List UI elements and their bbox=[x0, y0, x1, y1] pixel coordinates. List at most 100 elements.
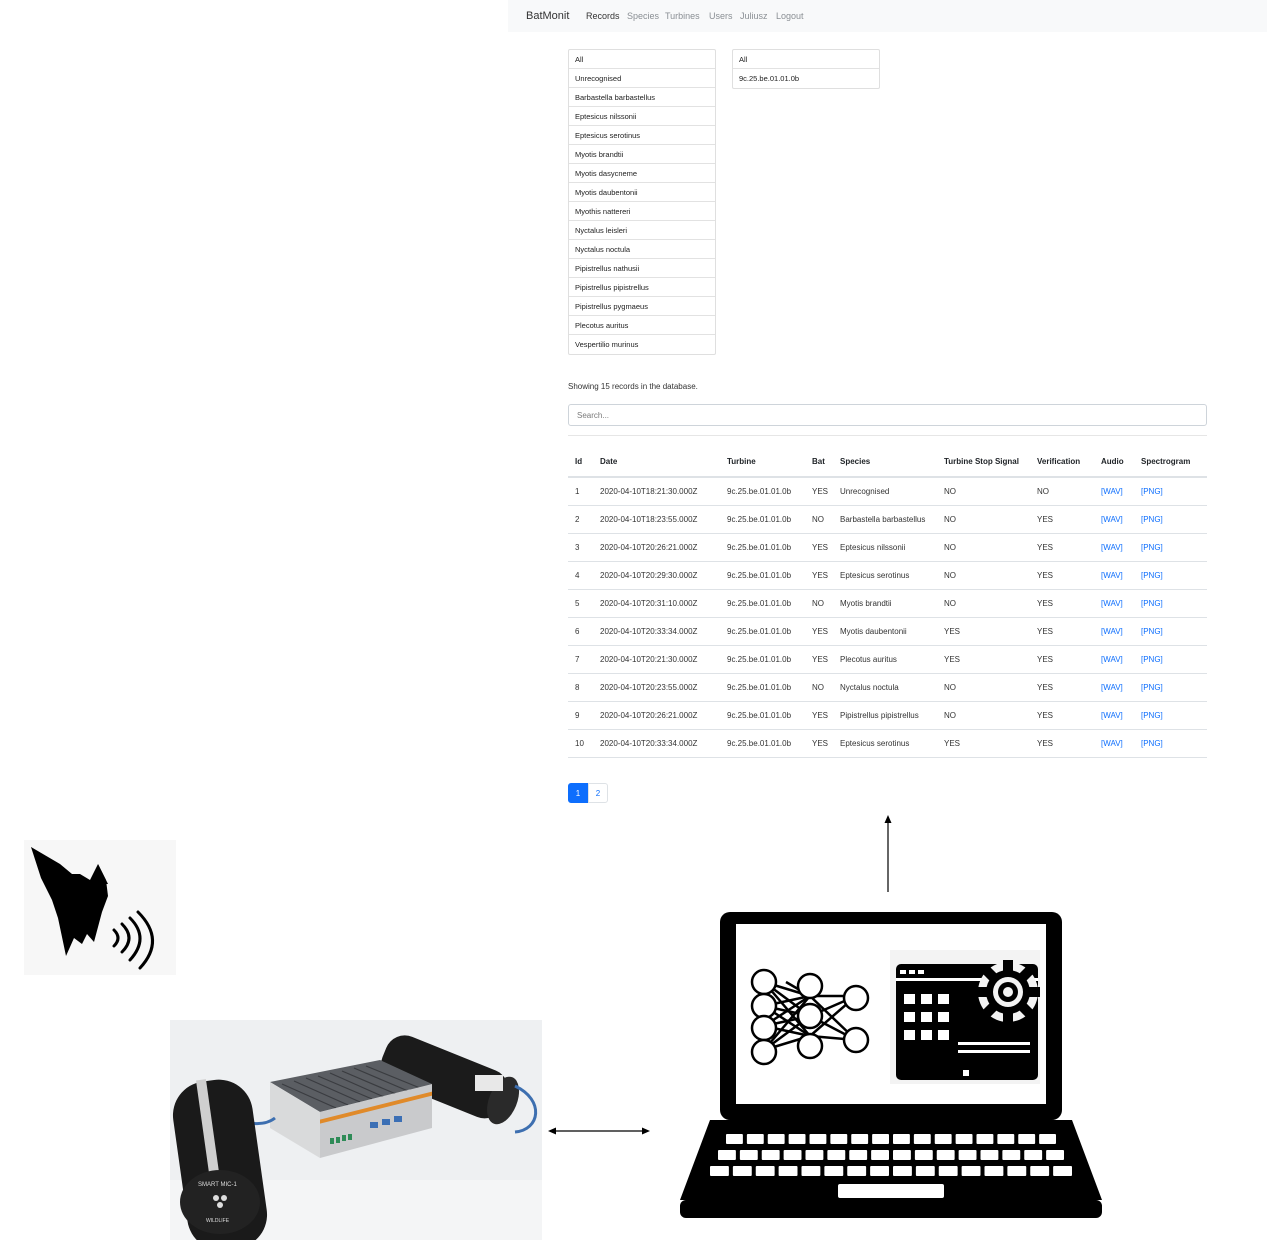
keyboard-key bbox=[1046, 1150, 1064, 1160]
spectrogram-png-link[interactable]: [PNG] bbox=[1141, 683, 1163, 692]
audio-wav-link[interactable]: [WAV] bbox=[1101, 571, 1123, 580]
keyboard-key bbox=[913, 1134, 931, 1144]
table-cell: YES bbox=[1030, 645, 1094, 674]
table-cell: 2 bbox=[568, 505, 593, 534]
keyboard-key bbox=[788, 1134, 806, 1144]
species-filter-item[interactable]: Barbastella barbastellus bbox=[569, 88, 715, 107]
spectrogram-png-link[interactable]: [PNG] bbox=[1141, 571, 1163, 580]
audio-wav-link[interactable]: [WAV] bbox=[1101, 515, 1123, 524]
spectrogram-png-link[interactable]: [PNG] bbox=[1141, 599, 1163, 608]
species-filter-item[interactable]: Plecotus auritus bbox=[569, 316, 715, 335]
audio-wav-link[interactable]: [WAV] bbox=[1101, 599, 1123, 608]
table-cell: [WAV] bbox=[1094, 729, 1134, 758]
table-cell: YES bbox=[805, 561, 833, 590]
column-header[interactable]: Audio bbox=[1094, 440, 1134, 478]
nav-logout[interactable]: Logout bbox=[776, 11, 804, 21]
nav-records[interactable]: Records bbox=[586, 11, 620, 21]
table-cell: Pipistrellus pipistrellus bbox=[833, 701, 937, 730]
species-filter-item[interactable]: Pipistrellus pipistrellus bbox=[569, 278, 715, 297]
table-cell: Plecotus auritus bbox=[833, 645, 937, 674]
table-row: 9 2020-04-10T20:26:21.000Z 9c.25.be.01.01.… bbox=[568, 701, 1207, 730]
audio-wav-link[interactable]: [WAV] bbox=[1101, 543, 1123, 552]
search-input[interactable] bbox=[568, 404, 1207, 426]
turbine-filter-item[interactable]: All bbox=[733, 50, 879, 69]
species-filter-item[interactable]: Unrecognised bbox=[569, 69, 715, 88]
settings-app-icon bbox=[890, 950, 1040, 1084]
nav-user-juliusz[interactable]: Juliusz bbox=[740, 11, 768, 21]
audio-wav-link[interactable]: [WAV] bbox=[1101, 627, 1123, 636]
column-header[interactable]: Turbine bbox=[720, 440, 805, 478]
table-cell: NO bbox=[805, 673, 833, 702]
table-cell: Barbastella barbastellus bbox=[833, 505, 937, 534]
spectrogram-png-link[interactable]: [PNG] bbox=[1141, 739, 1163, 748]
keyboard-key bbox=[1007, 1166, 1027, 1176]
keyboard-key bbox=[1053, 1166, 1072, 1176]
audio-wav-link[interactable]: [WAV] bbox=[1101, 711, 1123, 720]
keyboard-key bbox=[976, 1134, 994, 1144]
species-filter-item[interactable]: Myotis daubentonii bbox=[569, 183, 715, 202]
column-header[interactable]: Species bbox=[833, 440, 937, 478]
keyboard-key bbox=[961, 1166, 981, 1176]
arrow-up-icon bbox=[884, 815, 892, 892]
species-filter-item[interactable]: Eptesicus nilssonii bbox=[569, 107, 715, 126]
spectrogram-png-link[interactable]: [PNG] bbox=[1141, 627, 1163, 636]
table-cell: 9c.25.be.01.01.0b bbox=[720, 477, 805, 506]
table-cell: YES bbox=[805, 645, 833, 674]
species-filter-item[interactable]: Nyctalus noctula bbox=[569, 240, 715, 259]
keyboard-key bbox=[824, 1166, 844, 1176]
audio-wav-link[interactable]: [WAV] bbox=[1101, 655, 1123, 664]
column-header[interactable]: Bat bbox=[805, 440, 833, 478]
spectrogram-png-link[interactable]: [PNG] bbox=[1141, 655, 1163, 664]
table-cell: [WAV] bbox=[1094, 505, 1134, 534]
table-cell: 9c.25.be.01.01.0b bbox=[720, 729, 805, 758]
species-filter-item[interactable]: Nyctalus leisleri bbox=[569, 221, 715, 240]
nav-users[interactable]: Users bbox=[709, 11, 733, 21]
brand-logo[interactable]: BatMonit bbox=[526, 10, 569, 22]
column-header[interactable]: Date bbox=[593, 440, 720, 478]
species-filter-item[interactable]: Pipistrellus pygmaeus bbox=[569, 297, 715, 316]
table-cell: 9c.25.be.01.01.0b bbox=[720, 533, 805, 562]
table-cell: [WAV] bbox=[1094, 533, 1134, 562]
table-cell: 1 bbox=[568, 477, 593, 506]
column-header[interactable]: Spectrogram bbox=[1134, 440, 1207, 478]
column-header[interactable]: Verification bbox=[1030, 440, 1094, 478]
table-cell: 9c.25.be.01.01.0b bbox=[720, 645, 805, 674]
table-cell: Eptesicus nilssonii bbox=[833, 533, 937, 562]
nav-species[interactable]: Species bbox=[627, 11, 659, 21]
keyboard-key bbox=[710, 1166, 729, 1176]
species-filter-item[interactable]: Myotis dasycneme bbox=[569, 164, 715, 183]
table-cell: 2020-04-10T20:26:21.000Z bbox=[593, 533, 720, 562]
table-cell: 2020-04-10T20:29:30.000Z bbox=[593, 561, 720, 590]
turbine-filter-item[interactable]: 9c.25.be.01.01.0b bbox=[733, 69, 879, 88]
species-filter-item[interactable]: Myotis brandtii bbox=[569, 145, 715, 164]
table-cell: [WAV] bbox=[1094, 645, 1134, 674]
spectrogram-png-link[interactable]: [PNG] bbox=[1141, 543, 1163, 552]
table-cell: 2020-04-10T20:23:55.000Z bbox=[593, 673, 720, 702]
page-button[interactable]: 1 bbox=[568, 783, 588, 803]
audio-wav-link[interactable]: [WAV] bbox=[1101, 739, 1123, 748]
nav-turbines[interactable]: Turbines bbox=[665, 11, 700, 21]
pagination: 12 bbox=[568, 783, 608, 803]
species-filter-item[interactable]: Myothis nattereri bbox=[569, 202, 715, 221]
column-header[interactable]: Id bbox=[568, 440, 593, 478]
table-cell: 6 bbox=[568, 617, 593, 646]
table-cell: 7 bbox=[568, 645, 593, 674]
table-row: 10 2020-04-10T20:33:34.000Z 9c.25.be.01.01… bbox=[568, 729, 1207, 758]
spectrogram-png-link[interactable]: [PNG] bbox=[1141, 515, 1163, 524]
audio-wav-link[interactable]: [WAV] bbox=[1101, 487, 1123, 496]
table-cell: [WAV] bbox=[1094, 617, 1134, 646]
species-filter-item[interactable]: Vespertilio murinus bbox=[569, 335, 715, 354]
spectrogram-png-link[interactable]: [PNG] bbox=[1141, 711, 1163, 720]
table-cell: 9c.25.be.01.01.0b bbox=[720, 673, 805, 702]
column-header[interactable]: Turbine Stop Signal bbox=[937, 440, 1030, 478]
page-button[interactable]: 2 bbox=[588, 783, 608, 803]
mic-label: SMART MIC-1 bbox=[198, 1182, 237, 1188]
audio-wav-link[interactable]: [WAV] bbox=[1101, 683, 1123, 692]
table-cell: [WAV] bbox=[1094, 673, 1134, 702]
laptop-icon bbox=[680, 912, 1102, 1218]
spectrogram-png-link[interactable]: [PNG] bbox=[1141, 487, 1163, 496]
species-filter-item[interactable]: Pipistrellus nathusii bbox=[569, 259, 715, 278]
species-filter-item[interactable]: All bbox=[569, 50, 715, 69]
species-filter-item[interactable]: Eptesicus serotinus bbox=[569, 126, 715, 145]
table-cell: 9c.25.be.01.01.0b bbox=[720, 561, 805, 590]
